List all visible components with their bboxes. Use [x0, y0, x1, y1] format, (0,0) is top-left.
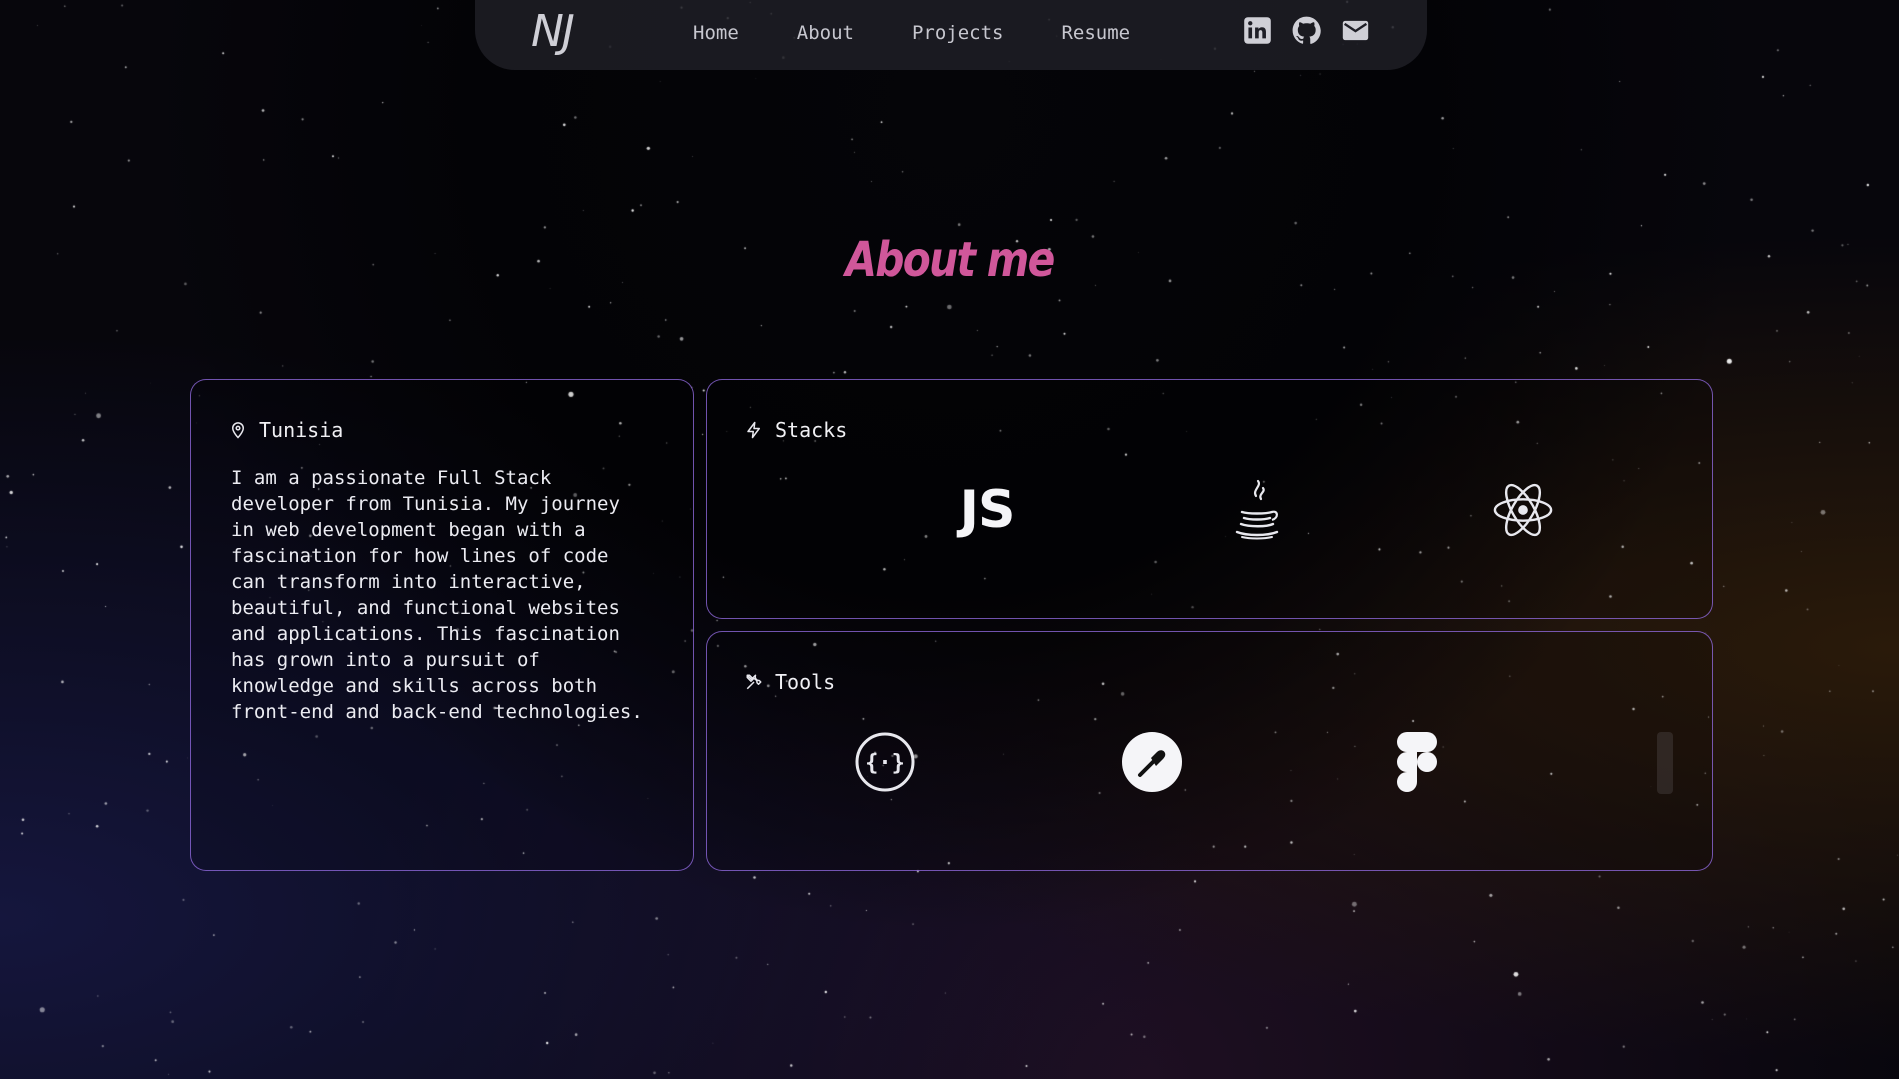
- lightning-icon: [745, 420, 763, 440]
- tools-label: Tools: [775, 670, 836, 694]
- nav-link-projects[interactable]: Projects: [912, 22, 1004, 44]
- bio-text: I am a passionate Full Stack developer f…: [231, 467, 643, 723]
- tools-card: Tools {·}: [706, 631, 1713, 871]
- github-icon[interactable]: [1292, 16, 1321, 45]
- postman-icon: [1117, 727, 1187, 797]
- location-label: Tunisia: [259, 418, 344, 442]
- nav-links: Home About Projects Resume: [693, 22, 1130, 44]
- nav-link-resume[interactable]: Resume: [1061, 22, 1130, 44]
- section-title: About me: [845, 232, 1055, 288]
- partial-tool-icon: [1657, 732, 1673, 794]
- swagger-icon: {·}: [850, 727, 920, 797]
- stacks-card-header: Stacks: [745, 418, 847, 442]
- linkedin-icon[interactable]: [1243, 16, 1272, 45]
- nav-link-about[interactable]: About: [797, 22, 854, 44]
- mail-icon[interactable]: [1341, 16, 1370, 45]
- stacks-card: Stacks JS: [706, 379, 1713, 619]
- nav-link-home[interactable]: Home: [693, 22, 739, 44]
- javascript-icon-text: JS: [959, 480, 1016, 540]
- site-logo[interactable]: NJ: [531, 6, 575, 57]
- stacks-label: Stacks: [775, 418, 848, 442]
- java-icon: [1217, 475, 1297, 545]
- bio-card-header: Tunisia: [229, 418, 343, 442]
- top-navigation: NJ Home About Projects Resume: [475, 0, 1427, 70]
- tools-icon: [745, 672, 763, 692]
- bio-card: Tunisia I am a passionate Full Stack dev…: [190, 379, 694, 871]
- svg-text:{·}: {·}: [865, 751, 905, 776]
- javascript-icon: JS: [947, 475, 1027, 545]
- map-pin-icon: [229, 420, 247, 440]
- react-icon: [1483, 475, 1563, 545]
- figma-icon: [1382, 727, 1452, 797]
- tools-card-header: Tools: [745, 670, 835, 694]
- social-links: [1243, 16, 1370, 45]
